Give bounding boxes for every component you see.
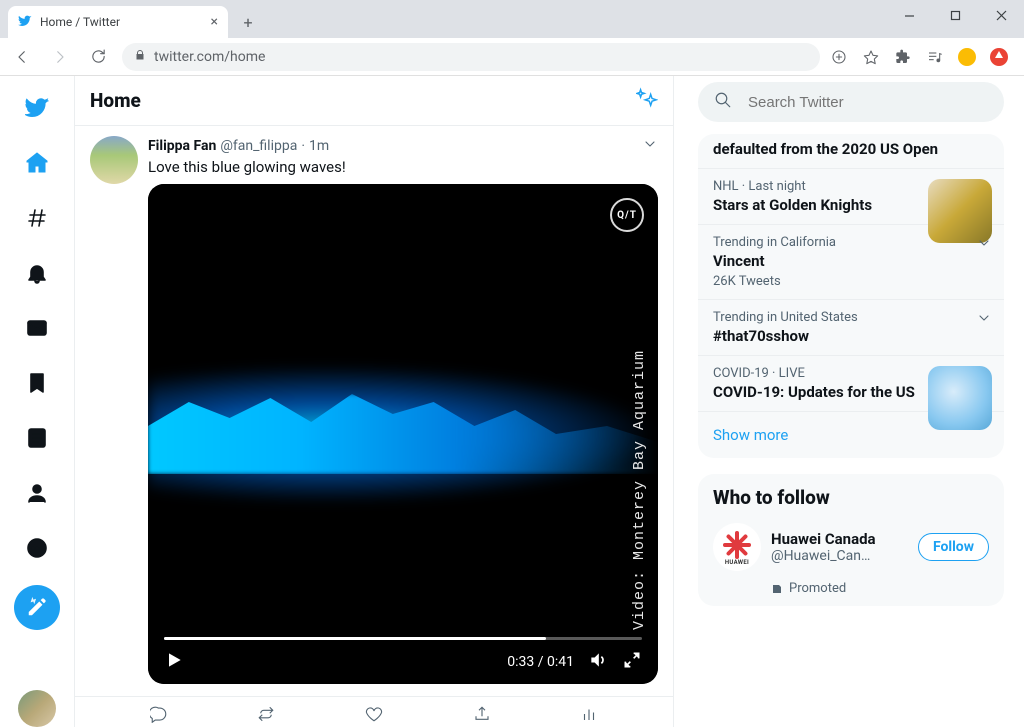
nav-messages-icon[interactable]: [14, 306, 60, 351]
huawei-logo-icon: [721, 529, 753, 561]
window-controls: [886, 0, 1024, 30]
browser-forward-button[interactable]: [46, 43, 74, 71]
suggested-account-avatar: HUAWEI: [713, 523, 761, 571]
trend-meta: COVID-19 · LIVE: [713, 366, 918, 381]
tweet-analytics-icon[interactable]: [580, 705, 598, 723]
suggested-account-name: Huawei Canada: [771, 530, 908, 548]
tweet-more-icon[interactable]: [642, 136, 658, 156]
tweet-video-player[interactable]: Q/T Video: Monterey Bay Aquarium 0:33 / …: [148, 184, 658, 684]
trend-title: #that70sshow: [713, 327, 989, 345]
trend-item[interactable]: COVID-19 · LIVE COVID-19: Updates for th…: [698, 356, 1004, 412]
address-bar[interactable]: twitter.com/home: [122, 43, 820, 71]
chevron-down-icon[interactable]: [976, 235, 992, 255]
tweet-retweet-icon[interactable]: [257, 705, 275, 723]
video-fullscreen-icon[interactable]: [622, 650, 642, 674]
tweet-header: Filippa Fan @fan_filippa · 1m: [148, 136, 658, 156]
trend-title: Vincent: [713, 252, 989, 270]
trend-meta: Trending in United States: [713, 310, 989, 325]
video-time-display: 0:33 / 0:41: [507, 654, 574, 670]
trend-meta: Trending in California: [713, 235, 989, 250]
trends-card: defaulted from the 2020 US Open NHL · La…: [698, 134, 1004, 458]
tweet-reply-icon[interactable]: [150, 705, 168, 723]
follow-button[interactable]: Follow: [918, 533, 989, 561]
nav-lists-icon[interactable]: [14, 416, 60, 461]
add-page-icon[interactable]: [830, 48, 848, 66]
tweet-timestamp[interactable]: 1m: [309, 138, 329, 154]
video-frame: [148, 184, 658, 684]
top-tweets-sparkle-icon[interactable]: [636, 87, 658, 114]
browser-tab-title: Home / Twitter: [40, 15, 120, 29]
extension-icon-red[interactable]: [990, 48, 1008, 66]
twitter-logo-icon[interactable]: [14, 86, 60, 131]
promoted-arrow-icon: [771, 583, 783, 595]
suggested-account-handle: @Huawei_Can…: [771, 548, 908, 564]
nav-bookmarks-icon[interactable]: [14, 361, 60, 406]
video-play-icon[interactable]: [164, 650, 184, 674]
video-credit: Video: Monterey Bay Aquarium: [631, 350, 648, 630]
suggested-account[interactable]: HUAWEI Huawei Canada @Huawei_Can… Follow: [698, 513, 1004, 581]
tweet-author-handle[interactable]: @fan_filippa: [220, 138, 297, 154]
right-sidebar: defaulted from the 2020 US Open NHL · La…: [674, 76, 1024, 727]
tweet-action-bar: [75, 696, 673, 727]
tweet-author-avatar[interactable]: [90, 136, 138, 184]
extensions-puzzle-icon[interactable]: [894, 48, 912, 66]
video-source-badge: Q/T: [610, 198, 644, 232]
main-timeline: Home Filippa Fan @fan_filippa · 1m Love …: [74, 76, 674, 727]
trend-meta: NHL · Last night: [713, 179, 918, 194]
music-playlist-extension-icon[interactable]: [926, 48, 944, 66]
search-icon: [714, 91, 732, 113]
browser-toolbar: twitter.com/home: [0, 38, 1024, 76]
video-controls: 0:33 / 0:41: [148, 627, 658, 684]
left-nav: [0, 76, 74, 727]
trend-item[interactable]: Trending in United States #that70sshow: [698, 300, 1004, 356]
search-input[interactable]: [746, 93, 988, 112]
window-maximize-button[interactable]: [932, 0, 978, 30]
search-box[interactable]: [698, 82, 1004, 122]
bookmark-star-icon[interactable]: [862, 48, 880, 66]
tweet-text: Love this blue glowing waves!: [148, 158, 658, 176]
video-progress-fill: [164, 637, 546, 640]
browser-back-button[interactable]: [8, 43, 36, 71]
extension-icon-yellow[interactable]: [958, 48, 976, 66]
trend-item[interactable]: defaulted from the 2020 US Open: [698, 134, 1004, 169]
window-close-button[interactable]: [978, 0, 1024, 30]
chevron-down-icon[interactable]: [976, 310, 992, 330]
tweet-author-name[interactable]: Filippa Fan: [148, 138, 216, 154]
trend-title: COVID-19: Updates for the US: [713, 383, 918, 401]
browser-tab-strip: Home / Twitter × +: [0, 0, 1024, 38]
trend-sub: 26K Tweets: [713, 274, 989, 289]
twitter-favicon: [18, 14, 32, 31]
nav-home-icon[interactable]: [14, 141, 60, 186]
tweet-separator: ·: [301, 138, 305, 154]
tweet-like-icon[interactable]: [365, 705, 383, 723]
timeline-header: Home: [75, 76, 673, 126]
trend-item[interactable]: NHL · Last night Stars at Golden Knights: [698, 169, 1004, 225]
promoted-label: Promoted: [698, 581, 1004, 606]
trend-title: Stars at Golden Knights: [713, 196, 918, 214]
who-to-follow-title: Who to follow: [698, 474, 1004, 513]
trend-thumbnail: [928, 366, 992, 430]
nav-profile-icon[interactable]: [14, 471, 60, 516]
tab-close-icon[interactable]: ×: [211, 14, 218, 30]
tweet-share-icon[interactable]: [473, 705, 491, 723]
window-minimize-button[interactable]: [886, 0, 932, 30]
nav-more-icon[interactable]: [14, 526, 60, 571]
compose-tweet-button[interactable]: [14, 585, 60, 630]
address-url: twitter.com/home: [154, 49, 265, 65]
trend-title: defaulted from the 2020 US Open: [713, 140, 989, 158]
account-avatar[interactable]: [18, 690, 56, 727]
nav-notifications-icon[interactable]: [14, 251, 60, 296]
who-to-follow-card: Who to follow HUAWEI Huawei Canada: [698, 474, 1004, 606]
browser-extension-icons: [830, 48, 1016, 66]
new-tab-button[interactable]: +: [234, 8, 262, 36]
browser-tab-active[interactable]: Home / Twitter ×: [8, 6, 228, 38]
trend-item[interactable]: Trending in California Vincent 26K Tweet…: [698, 225, 1004, 300]
page-title: Home: [90, 89, 141, 112]
lock-icon: [134, 49, 146, 64]
browser-reload-button[interactable]: [84, 43, 112, 71]
video-volume-icon[interactable]: [588, 650, 608, 674]
nav-explore-icon[interactable]: [14, 196, 60, 241]
video-progress-track[interactable]: [164, 637, 642, 640]
tweet[interactable]: Filippa Fan @fan_filippa · 1m Love this …: [75, 126, 673, 696]
